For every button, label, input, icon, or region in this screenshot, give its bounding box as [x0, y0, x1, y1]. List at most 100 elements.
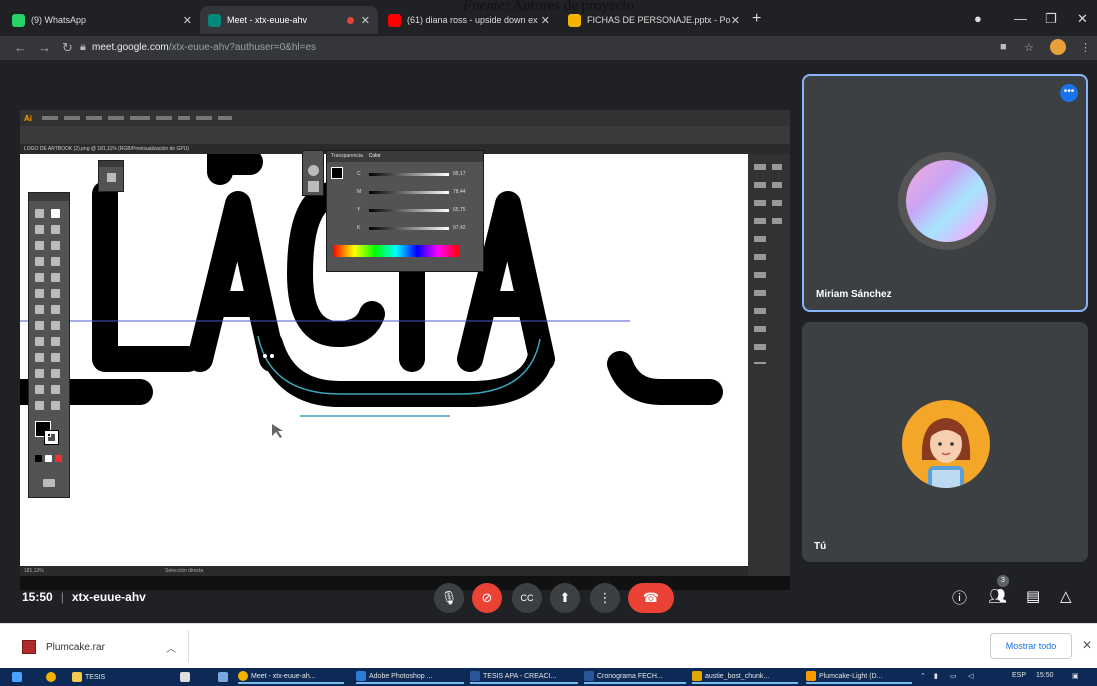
gradient-mode-icon[interactable] [45, 455, 52, 462]
url-field[interactable]: meet.google.com/xtx-euue-ahv?authuser=0&… [92, 42, 316, 53]
perspective-icon[interactable] [51, 337, 60, 346]
free-transform-icon[interactable] [51, 321, 60, 330]
black-value[interactable]: 97,42 [453, 225, 466, 231]
yellow-value[interactable]: 65,75 [453, 207, 466, 213]
black-slider[interactable] [369, 227, 449, 230]
shaper-tool-icon[interactable] [35, 289, 44, 298]
screen-mode-icon[interactable] [43, 479, 55, 487]
rectangle-tool-icon[interactable] [35, 273, 44, 282]
self-tile[interactable]: Tú [802, 322, 1088, 562]
tray-chevron-icon[interactable]: ⌃ [920, 672, 926, 680]
illustrator-control-bar [20, 126, 790, 144]
mail-icon[interactable] [218, 670, 231, 684]
symbol-sprayer-icon[interactable] [35, 385, 44, 394]
layers-mini-panel[interactable] [98, 160, 124, 192]
close-icon[interactable]: ✕ [361, 14, 370, 27]
yellow-slider[interactable] [369, 209, 449, 212]
activities-icon[interactable]: △ [1060, 587, 1072, 605]
tab-transparency[interactable]: Transparencia [331, 151, 363, 162]
taskbar-item-meet[interactable]: Meet - xtx-euue-ah... [238, 670, 344, 684]
download-bar: Plumcake.rar ︿ Mostrar todo ✕ [0, 623, 1097, 668]
captions-button[interactable]: CC [512, 583, 542, 613]
selection-tool-icon[interactable] [35, 209, 44, 218]
taskbar-item-photoshop[interactable]: Adobe Photoshop ... [356, 670, 464, 684]
hand-tool-icon[interactable] [35, 401, 44, 410]
none-mode-icon[interactable] [55, 455, 62, 462]
store-icon[interactable] [180, 670, 193, 684]
blend-tool-icon[interactable] [51, 369, 60, 378]
notifications-icon[interactable]: ▣ [1072, 672, 1079, 680]
leave-call-button[interactable]: ☎︎ [628, 583, 674, 613]
divider [188, 630, 189, 662]
participant-tile[interactable]: ••• Miriam Sánchez [802, 74, 1088, 312]
line-tool-icon[interactable] [51, 257, 60, 266]
reload-icon[interactable]: ↻ [62, 40, 73, 56]
stroke-swatch[interactable] [44, 430, 59, 445]
camera-icon[interactable]: ■ [1000, 41, 1007, 53]
color-icon[interactable] [308, 165, 319, 176]
taskbar-item-plumcake[interactable]: Plumcake-Light (D... [806, 670, 912, 684]
panel-icons-column [302, 150, 324, 196]
taskbar-item-word-cronograma[interactable]: Cronograma FECH... [584, 670, 686, 684]
microphone-button[interactable]: 🎙︎ [434, 583, 464, 613]
color-fill-preview[interactable] [331, 167, 343, 179]
brush-tool-icon[interactable] [51, 273, 60, 282]
zoom-tool-icon[interactable] [51, 401, 60, 410]
lasso-icon[interactable] [51, 225, 60, 234]
tray-network-icon[interactable]: ▮ [934, 672, 938, 680]
color-spectrum[interactable] [333, 245, 459, 257]
close-icon[interactable]: ✕ [731, 14, 740, 27]
input-language[interactable]: ESP [1012, 672, 1026, 679]
gradient-tool-icon[interactable] [51, 353, 60, 362]
transparency-icon[interactable] [308, 181, 319, 192]
tab-color[interactable]: Color [369, 151, 381, 162]
close-icon[interactable]: ✕ [183, 14, 192, 27]
cyan-slider[interactable] [369, 173, 449, 176]
pen-tool-icon[interactable] [35, 241, 44, 250]
tray-volume-icon[interactable]: ◁ [968, 672, 973, 680]
taskbar-clock[interactable]: 15:50 [1036, 672, 1054, 679]
rotate-tool-icon[interactable] [35, 305, 44, 314]
cyan-value[interactable]: 95,17 [453, 171, 466, 177]
chevron-up-icon[interactable]: ︿ [166, 640, 176, 655]
graph-tool-icon[interactable] [51, 385, 60, 394]
chrome-icon[interactable] [46, 670, 59, 684]
bookmark-star-icon[interactable]: ☆ [1024, 41, 1034, 54]
scale-tool-icon[interactable] [51, 305, 60, 314]
eyedropper-icon[interactable] [35, 369, 44, 378]
recording-dot-icon [347, 16, 354, 24]
show-all-button[interactable]: Mostrar todo [990, 633, 1072, 659]
download-item[interactable]: Plumcake.rar [22, 640, 105, 654]
mesh-tool-icon[interactable] [35, 353, 44, 362]
type-tool-icon[interactable] [35, 257, 44, 266]
present-button[interactable]: ⬆︎ [550, 583, 580, 613]
profile-avatar[interactable] [1050, 39, 1066, 55]
magic-wand-icon[interactable] [35, 225, 44, 234]
camera-off-button[interactable]: ⊘ [472, 583, 502, 613]
taskbar-item-word-tesis[interactable]: TESIS APA - CREACI... [470, 670, 578, 684]
windows-start-icon[interactable] [12, 670, 25, 684]
people-icon[interactable]: 👥︎ [988, 587, 1007, 605]
curvature-tool-icon[interactable] [51, 241, 60, 250]
color-mode-icon[interactable] [35, 455, 42, 462]
back-arrow-icon[interactable]: ← [14, 40, 27, 55]
width-tool-icon[interactable] [35, 321, 44, 330]
kebab-icon: ⋮ [598, 590, 612, 605]
meeting-details-icon[interactable]: ⓘ [952, 587, 967, 608]
eraser-tool-icon[interactable] [51, 289, 60, 298]
taskbar-item-tesis[interactable]: TESIS [72, 670, 162, 684]
menu-kebab-icon[interactable]: ⋮ [1080, 41, 1091, 54]
close-icon[interactable]: ✕ [541, 14, 550, 27]
direct-selection-tool-icon[interactable] [51, 209, 60, 218]
tray-battery-icon[interactable]: ▭ [950, 672, 957, 680]
layers-icon [107, 173, 116, 182]
magenta-value[interactable]: 78,44 [453, 189, 466, 195]
shape-builder-icon[interactable] [35, 337, 44, 346]
chat-icon[interactable]: ▤ [1026, 587, 1040, 605]
close-icon[interactable]: ✕ [1082, 638, 1092, 652]
more-options-icon[interactable]: ••• [1060, 84, 1078, 102]
taskbar-item-austie[interactable]: austie_bost_chunk... [692, 670, 798, 684]
forward-arrow-icon[interactable]: → [38, 40, 51, 55]
magenta-slider[interactable] [369, 191, 449, 194]
more-options-button[interactable]: ⋮ [590, 583, 620, 613]
